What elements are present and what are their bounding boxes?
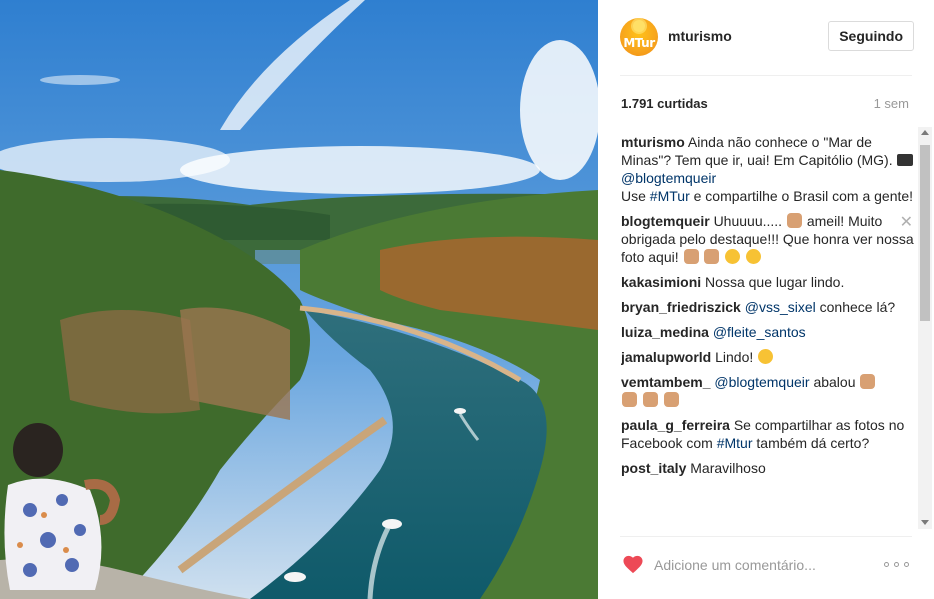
post-time[interactable]: 1 sem xyxy=(874,96,909,111)
comment-hashtag[interactable]: #Mtur xyxy=(717,435,753,451)
camera-emoji-icon xyxy=(897,154,914,166)
comment-username[interactable]: vemtambem_ xyxy=(621,374,711,390)
comment-item: vemtambem_ @blogtemqueir abalou xyxy=(621,373,917,409)
comments-list[interactable]: mturismo Ainda não conhece o "Mar de Min… xyxy=(621,133,917,529)
comment-username[interactable]: blogtemqueir xyxy=(621,213,710,229)
comment-mention[interactable]: @vss_sixel xyxy=(745,299,816,315)
comment-item: ✕ blogtemqueir Uhuuuu..... ameil! Muito … xyxy=(621,212,917,266)
victory-emoji-icon xyxy=(704,249,720,264)
scroll-up-icon[interactable] xyxy=(921,130,929,135)
clap-emoji-icon xyxy=(642,392,658,407)
comment-item: jamalupworld Lindo! xyxy=(621,348,917,366)
comment-mention[interactable]: @blogtemqueir xyxy=(714,374,809,390)
caption: mturismo Ainda não conhece o "Mar de Min… xyxy=(621,133,917,205)
comment-username[interactable]: jamalupworld xyxy=(621,349,711,365)
clap-emoji-icon xyxy=(622,392,637,407)
caption-username[interactable]: mturismo xyxy=(621,134,685,150)
scroll-down-icon[interactable] xyxy=(921,520,929,525)
post-photo[interactable] xyxy=(0,0,598,599)
scroll-thumb[interactable] xyxy=(920,145,930,321)
caption-mention[interactable]: @blogtemqueir xyxy=(621,170,716,186)
dot xyxy=(884,562,889,567)
comment-username[interactable]: paula_g_ferreira xyxy=(621,417,730,433)
likes-count[interactable]: 1.791 curtidas xyxy=(621,96,708,111)
caption-hashtag[interactable]: #MTur xyxy=(650,188,690,204)
heart-icon[interactable] xyxy=(622,554,644,574)
comment-item: post_italy Maravilhoso xyxy=(621,459,917,477)
praying-emoji-icon xyxy=(683,249,699,264)
comment-username[interactable]: kakasimioni xyxy=(621,274,701,290)
comment-username[interactable]: bryan_friedriszick xyxy=(621,299,741,315)
more-options-icon[interactable] xyxy=(884,562,910,568)
comment-item: paula_g_ferreira Se compartilhar as foto… xyxy=(621,416,917,452)
following-button[interactable]: Seguindo xyxy=(828,21,914,51)
comment-text-b: também dá certo? xyxy=(756,435,870,451)
comment-mention[interactable]: @fleite_santos xyxy=(713,324,806,340)
dot xyxy=(904,562,909,567)
comment-text: Uhuuuu..... xyxy=(713,213,783,229)
heart-eyes-emoji-icon xyxy=(758,349,774,364)
sun-icon xyxy=(633,20,645,32)
comments-scrollbar[interactable] xyxy=(918,127,932,529)
clap-emoji-icon xyxy=(663,392,679,407)
comment-text: Maravilhoso xyxy=(690,460,766,476)
comment-username[interactable]: post_italy xyxy=(621,460,686,476)
comment-username[interactable]: luiza_medina xyxy=(621,324,709,340)
raised-hands-emoji-icon xyxy=(786,213,802,228)
comment-item: kakasimioni Nossa que lugar lindo. xyxy=(621,273,917,291)
comment-text: conhece lá? xyxy=(819,299,896,315)
comment-input[interactable] xyxy=(654,554,874,576)
post-stats: 1.791 curtidas 1 sem xyxy=(621,96,909,114)
close-icon[interactable]: ✕ xyxy=(900,214,913,232)
caption-text-3: e compartilhe o Brasil com a gente! xyxy=(693,188,914,204)
clap-emoji-icon xyxy=(860,374,876,389)
post-header: MTur mturismo Seguindo xyxy=(620,18,914,58)
comment-item: luiza_medina @fleite_santos xyxy=(621,323,917,341)
comment-text: Lindo! xyxy=(715,349,754,365)
comment-item: bryan_friedriszick @vss_sixel conhece lá… xyxy=(621,298,917,316)
comment-text: abalou xyxy=(813,374,856,390)
comment-text: Nossa que lugar lindo. xyxy=(705,274,845,290)
caption-text-2: Use xyxy=(621,188,646,204)
account-username[interactable]: mturismo xyxy=(668,28,732,44)
dot xyxy=(894,562,899,567)
divider xyxy=(620,75,912,76)
smile-emoji-icon xyxy=(746,249,762,264)
wink-emoji-icon xyxy=(725,249,741,264)
landscape-image xyxy=(0,0,598,599)
avatar-logo-text: MTur xyxy=(623,36,655,50)
avatar[interactable]: MTur xyxy=(620,18,658,56)
